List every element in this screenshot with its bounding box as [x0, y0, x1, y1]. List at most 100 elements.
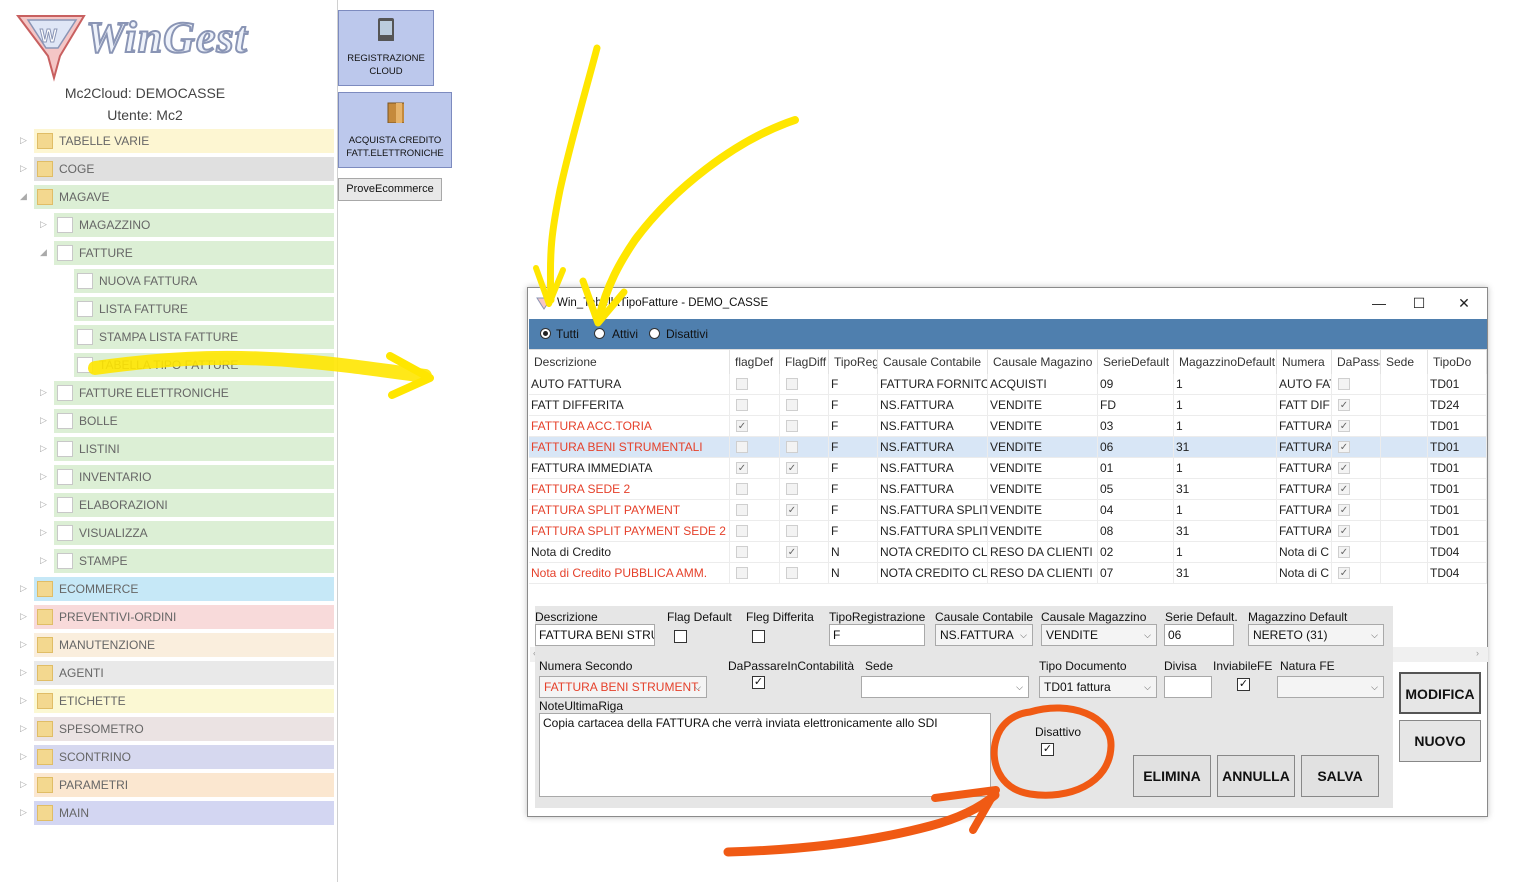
sidebar-item[interactable]: ▷ STAMPE: [0, 549, 334, 573]
collapsed-arrow-icon[interactable]: ▷: [20, 751, 27, 762]
numera-secondo-select[interactable]: FATTURA BENI STRUMENT. ⌵: [539, 676, 707, 698]
flag-default-checkbox[interactable]: [674, 630, 687, 643]
column-header[interactable]: Descrizione: [529, 350, 730, 374]
causale-magazzino-select[interactable]: VENDITE ⌵: [1041, 624, 1157, 646]
column-header[interactable]: Sede: [1381, 350, 1428, 374]
collapsed-arrow-icon[interactable]: ▷: [40, 527, 47, 538]
natura-fe-select[interactable]: ⌵: [1277, 676, 1384, 698]
radio-attivi-label[interactable]: Attivi: [612, 327, 638, 341]
sidebar-item[interactable]: ▷ SPESOMETRO: [0, 717, 334, 741]
disattivo-checkbox[interactable]: ✓: [1041, 743, 1054, 756]
sidebar-item[interactable]: ▷ ECOMMERCE: [0, 577, 334, 601]
column-header[interactable]: flagDef: [730, 350, 780, 374]
collapsed-arrow-icon[interactable]: ▷: [40, 499, 47, 510]
collapsed-arrow-icon[interactable]: ▷: [20, 135, 27, 146]
sidebar-item[interactable]: ◢ FATTURE: [0, 241, 334, 265]
modifica-button[interactable]: MODIFICA: [1399, 672, 1481, 714]
table-row[interactable]: FATTURA SPLIT PAYMENT SEDE 2 F NS.FATTURA …: [529, 521, 1487, 542]
collapsed-arrow-icon[interactable]: ▷: [20, 583, 27, 594]
collapsed-arrow-icon[interactable]: ▷: [20, 667, 27, 678]
column-header[interactable]: SerieDefault: [1098, 350, 1174, 374]
sidebar-item[interactable]: STAMPA LISTA FATTURE: [0, 325, 334, 349]
sidebar-item[interactable]: ▷ ELABORAZIONI: [0, 493, 334, 517]
expanded-arrow-icon[interactable]: ◢: [40, 247, 47, 258]
column-header[interactable]: FlagDiff: [780, 350, 829, 374]
collapsed-arrow-icon[interactable]: ▷: [20, 163, 27, 174]
collapsed-arrow-icon[interactable]: ▷: [20, 695, 27, 706]
serie-default-field[interactable]: 06: [1164, 624, 1234, 646]
window-titlebar[interactable]: Win_TabellaTipoFatture - DEMO_CASSE — ☐ …: [528, 288, 1487, 318]
scroll-right-icon[interactable]: ›: [1476, 648, 1479, 658]
column-header[interactable]: MagazzinoDefault: [1174, 350, 1277, 374]
sidebar-item[interactable]: ▷ SCONTRINO: [0, 745, 334, 769]
table-row[interactable]: FATTURA SPLIT PAYMENT ✓ F NS.FATTURA SPLIT …: [529, 500, 1487, 521]
elimina-button[interactable]: ELIMINA: [1133, 755, 1211, 797]
annulla-button[interactable]: ANNULLA: [1217, 755, 1295, 797]
sidebar-item[interactable]: ▷ PARAMETRI: [0, 773, 334, 797]
table-row[interactable]: FATTURA ACC.TORIA ✓ F NS.FATTURA VENDITE 03 1 F…: [529, 416, 1487, 437]
sidebar-item[interactable]: ◢ MAGAVE: [0, 185, 334, 209]
tipo-fatture-grid[interactable]: Descrizione flagDef FlagDiff TipoReg Causale…: [529, 349, 1488, 662]
table-row[interactable]: Nota di Credito PUBBLICA AMM. N NOTA CREDI…: [529, 563, 1487, 584]
sidebar-item[interactable]: ▷ TABELLE VARIE: [0, 129, 334, 153]
table-row[interactable]: FATT DIFFERITA F NS.FATTURA VENDITE FD 1 FATT …: [529, 395, 1487, 416]
sidebar-item[interactable]: ▷ INVENTARIO: [0, 465, 334, 489]
sidebar-item[interactable]: ▷ LISTINI: [0, 437, 334, 461]
column-header[interactable]: DaPassa: [1332, 350, 1381, 374]
causale-contabile-select[interactable]: NS.FATTURA ⌵: [935, 624, 1033, 646]
collapsed-arrow-icon[interactable]: ▷: [20, 807, 27, 818]
sidebar-item[interactable]: ▷ MAIN: [0, 801, 334, 825]
table-row[interactable]: FATTURA BENI STRUMENTALI F NS.FATTURA VENDI…: [529, 437, 1487, 458]
collapsed-arrow-icon[interactable]: ▷: [20, 723, 27, 734]
column-header[interactable]: TipoDo: [1428, 350, 1487, 374]
table-row[interactable]: Nota di Credito ✓ N NOTA CREDITO CLIE RESO D…: [529, 542, 1487, 563]
registrazione-cloud-tile[interactable]: REGISTRAZIONE CLOUD: [338, 10, 434, 86]
collapsed-arrow-icon[interactable]: ▷: [40, 219, 47, 230]
magazzino-default-select[interactable]: NERETO (31) ⌵: [1248, 624, 1384, 646]
collapsed-arrow-icon[interactable]: ▷: [20, 611, 27, 622]
inviabile-fe-checkbox[interactable]: ✓: [1237, 678, 1250, 691]
sede-select[interactable]: ⌵: [861, 676, 1029, 698]
column-header[interactable]: Causale Contabile: [878, 350, 988, 374]
maximize-icon[interactable]: ☐: [1409, 293, 1429, 313]
column-header[interactable]: TipoReg: [829, 350, 878, 374]
sidebar-item[interactable]: ▷ PREVENTIVI-ORDINI: [0, 605, 334, 629]
table-row[interactable]: FATTURA IMMEDIATA ✓ ✓ F NS.FATTURA VENDITE 01 1…: [529, 458, 1487, 479]
collapsed-arrow-icon[interactable]: ▷: [40, 443, 47, 454]
salva-button[interactable]: SALVA: [1301, 755, 1379, 797]
radio-disattivi[interactable]: [649, 328, 660, 339]
collapsed-arrow-icon[interactable]: ▷: [40, 387, 47, 398]
nuovo-button[interactable]: NUOVO: [1399, 720, 1481, 762]
sidebar-item[interactable]: ▷ MAGAZZINO: [0, 213, 334, 237]
radio-attivi[interactable]: [594, 328, 605, 339]
sidebar-item[interactable]: ▷ FATTURE ELETTRONICHE: [0, 381, 334, 405]
collapsed-arrow-icon[interactable]: ▷: [20, 639, 27, 650]
descrizione-field[interactable]: FATTURA BENI STRUM: [535, 624, 655, 646]
sidebar-item[interactable]: ▷ VISUALIZZA: [0, 521, 334, 545]
collapsed-arrow-icon[interactable]: ▷: [40, 471, 47, 482]
collapsed-arrow-icon[interactable]: ▷: [20, 779, 27, 790]
tipo-documento-select[interactable]: TD01 fattura ⌵: [1039, 676, 1157, 698]
column-header[interactable]: Causale Magazino: [988, 350, 1098, 374]
sidebar-item[interactable]: ▷ MANUTENZIONE: [0, 633, 334, 657]
sidebar-item[interactable]: ▷ ETICHETTE: [0, 689, 334, 713]
dapassare-checkbox[interactable]: ✓: [752, 676, 765, 689]
sidebar-item[interactable]: ▷ BOLLE: [0, 409, 334, 433]
radio-tutti-label[interactable]: Tutti: [556, 327, 579, 341]
minimize-icon[interactable]: —: [1369, 293, 1389, 313]
collapsed-arrow-icon[interactable]: ▷: [40, 555, 47, 566]
close-icon[interactable]: ✕: [1454, 293, 1474, 313]
sidebar-item[interactable]: ▷ COGE: [0, 157, 334, 181]
sidebar-item[interactable]: LISTA FATTURE: [0, 297, 334, 321]
fleg-differita-checkbox[interactable]: [752, 630, 765, 643]
tipo-registrazione-field[interactable]: F: [829, 624, 925, 646]
acquista-credito-tile[interactable]: ACQUISTA CREDITO FATT.ELETTRONICHE: [338, 92, 452, 168]
table-row[interactable]: AUTO FATTURA F FATTURA FORNITOR ACQUISTI 09 1…: [529, 374, 1487, 395]
expanded-arrow-icon[interactable]: ◢: [20, 191, 27, 202]
radio-tutti[interactable]: [540, 328, 551, 339]
divisa-field[interactable]: [1164, 676, 1212, 698]
collapsed-arrow-icon[interactable]: ▷: [40, 415, 47, 426]
table-row[interactable]: FATTURA SEDE 2 F NS.FATTURA VENDITE 05 31 FATT…: [529, 479, 1487, 500]
radio-disattivi-label[interactable]: Disattivi: [666, 327, 708, 341]
column-header[interactable]: Numera: [1277, 350, 1332, 374]
